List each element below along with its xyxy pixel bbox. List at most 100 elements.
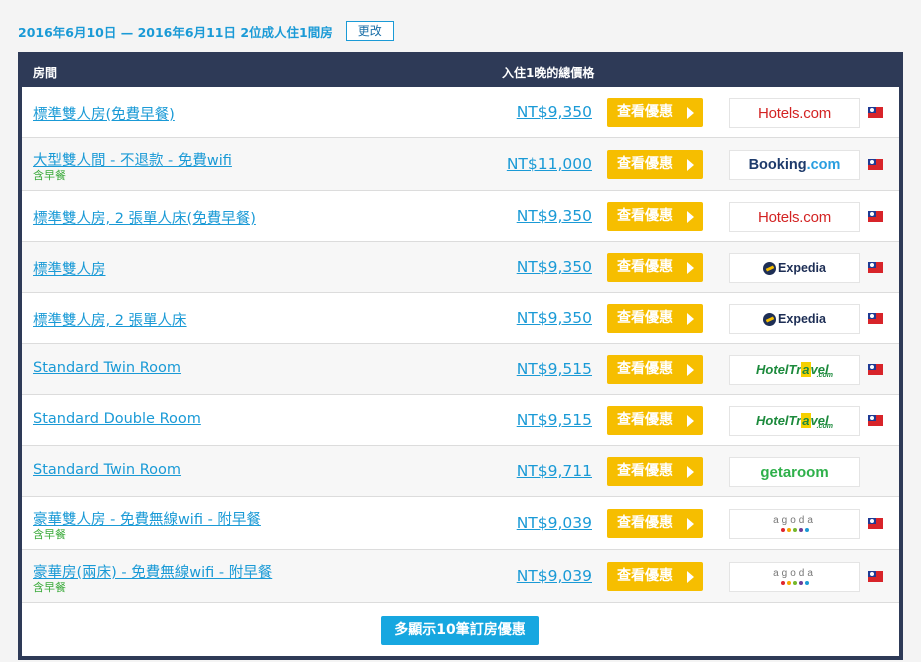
view-deal-label: 查看優惠: [617, 412, 673, 428]
arrow-right-icon: [687, 466, 694, 478]
price-link[interactable]: NT$9,515: [517, 411, 592, 429]
view-deal-button[interactable]: 查看優惠: [607, 562, 703, 591]
view-deal-button[interactable]: 查看優惠: [607, 304, 703, 333]
booking-logo-word: Booking: [748, 157, 807, 173]
hotels-com-logo-icon: Hotels.com: [757, 208, 832, 226]
view-deal-label: 查看優惠: [617, 515, 673, 531]
provider-logo-expedia[interactable]: Expedia: [729, 304, 860, 334]
expedia-logo-icon: Expedia: [763, 312, 826, 326]
booking-logo-suffix: .com: [806, 157, 841, 173]
hoteltravel-logo-part-a: HotelTr: [756, 361, 802, 377]
room-name-link[interactable]: Standard Twin Room: [33, 360, 181, 376]
booking-com-logo-icon: Booking.com: [749, 157, 841, 173]
agoda-logo-icon: agoda: [773, 516, 816, 532]
agoda-logo-word: agoda: [773, 515, 816, 526]
price-link[interactable]: NT$9,350: [517, 309, 592, 327]
provider-logo-hoteltravel[interactable]: HotelTr a vel .com: [729, 406, 860, 436]
table-row: Standard Double Room NT$9,515 查看優惠 HotelTr a…: [22, 395, 899, 446]
taiwan-flag-icon: [868, 518, 883, 529]
room-name-link[interactable]: 標準雙人房, 2 張單人床(免費早餐): [33, 207, 256, 228]
arrow-right-icon: [687, 262, 694, 274]
table-row: 豪華房(兩床) - 免費無線wifi - 附早餐 含早餐 NT$9,039 查看優惠 a…: [22, 550, 899, 603]
view-deal-button[interactable]: 查看優惠: [607, 355, 703, 384]
room-name-link[interactable]: 豪華雙人房 - 免費無線wifi - 附早餐: [33, 508, 261, 529]
view-deal-label: 查看優惠: [617, 463, 673, 479]
room-name-link[interactable]: 標準雙人房(免費早餐): [33, 103, 175, 124]
arrow-right-icon: [687, 107, 694, 119]
hoteltravel-logo-part-y: a: [801, 412, 811, 428]
provider-logo-hotels[interactable]: Hotels.com: [729, 98, 860, 128]
room-name-link[interactable]: Standard Double Room: [33, 411, 201, 427]
view-deal-button[interactable]: 查看優惠: [607, 457, 703, 486]
view-deal-label: 查看優惠: [617, 361, 673, 377]
room-name-link[interactable]: Standard Twin Room: [33, 462, 181, 478]
taiwan-flag-icon: [868, 415, 883, 426]
room-name-link[interactable]: 標準雙人房: [33, 258, 106, 279]
expedia-logo-icon: Expedia: [763, 261, 826, 275]
arrow-right-icon: [687, 159, 694, 171]
taiwan-flag-icon: [868, 211, 883, 222]
hoteltravel-logo-icon: HotelTr a vel .com: [756, 412, 833, 430]
view-deal-button[interactable]: 查看優惠: [607, 98, 703, 127]
price-link[interactable]: NT$11,000: [507, 155, 592, 173]
getaroom-logo-icon: getaroom: [760, 463, 829, 481]
price-link[interactable]: NT$9,711: [517, 462, 592, 480]
table-row: Standard Twin Room NT$9,711 查看優惠 getaroom: [22, 446, 899, 497]
stay-dates: 2016年6月10日 — 2016年6月11日 2位成人住1間房: [18, 24, 333, 40]
price-link[interactable]: NT$9,515: [517, 360, 592, 378]
provider-logo-agoda[interactable]: agoda: [729, 562, 860, 592]
view-deal-button[interactable]: 查看優惠: [607, 202, 703, 231]
provider-logo-expedia[interactable]: Expedia: [729, 253, 860, 283]
provider-logo-agoda[interactable]: agoda: [729, 509, 860, 539]
hoteltravel-logo-part-y: a: [801, 361, 811, 377]
view-deal-button[interactable]: 查看優惠: [607, 406, 703, 435]
expedia-plane-icon: [763, 312, 777, 326]
price-link[interactable]: NT$9,350: [517, 103, 592, 121]
header-price: 入住1晚的總價格: [502, 66, 595, 80]
taiwan-flag-icon: [868, 262, 883, 273]
arrow-right-icon: [687, 518, 694, 530]
agoda-logo-word: agoda: [773, 568, 816, 579]
table-row: 大型雙人間 - 不退款 - 免費wifi 含早餐 NT$11,000 查看優惠 Book…: [22, 138, 899, 191]
taiwan-flag-icon: [868, 313, 883, 324]
table-row: 標準雙人房, 2 張單人床 NT$9,350 查看優惠 Expedia: [22, 293, 899, 344]
room-name-link[interactable]: 豪華房(兩床) - 免費無線wifi - 附早餐: [33, 561, 272, 582]
view-deal-label: 查看優惠: [617, 156, 673, 172]
table-row: 豪華雙人房 - 免費無線wifi - 附早餐 含早餐 NT$9,039 查看優惠 ago…: [22, 497, 899, 550]
arrow-right-icon: [687, 364, 694, 376]
provider-logo-hotels[interactable]: Hotels.com: [729, 202, 860, 232]
agoda-dots-icon: [780, 581, 810, 585]
provider-logo-getaroom[interactable]: getaroom: [729, 457, 860, 487]
search-summary: 2016年6月10日 — 2016年6月11日 2位成人住1間房 更改: [18, 19, 394, 43]
hoteltravel-logo-suffix: .com: [816, 371, 833, 379]
price-link[interactable]: NT$9,039: [517, 567, 592, 585]
view-deal-label: 查看優惠: [617, 259, 673, 275]
header-room: 房間: [33, 66, 58, 80]
view-deal-button[interactable]: 查看優惠: [607, 150, 703, 179]
hotels-com-logo-icon: Hotels.com: [757, 104, 832, 122]
arrow-right-icon: [687, 571, 694, 583]
price-link[interactable]: NT$9,039: [517, 514, 592, 532]
show-more-button[interactable]: 多顯示10筆訂房優惠: [381, 616, 539, 645]
provider-logo-booking[interactable]: Booking.com: [729, 150, 860, 180]
expedia-logo-word: Expedia: [778, 312, 826, 326]
arrow-right-icon: [687, 211, 694, 223]
price-link[interactable]: NT$9,350: [517, 207, 592, 225]
breakfast-included-label: 含早餐: [33, 169, 66, 182]
table-row: 標準雙人房 NT$9,350 查看優惠 Expedia: [22, 242, 899, 293]
room-name-link[interactable]: 標準雙人房, 2 張單人床: [33, 309, 187, 330]
view-deal-button[interactable]: 查看優惠: [607, 509, 703, 538]
view-deal-label: 查看優惠: [617, 104, 673, 120]
agoda-dots-icon: [780, 528, 810, 532]
arrow-right-icon: [687, 415, 694, 427]
breakfast-included-label: 含早餐: [33, 581, 66, 594]
change-button[interactable]: 更改: [345, 21, 394, 41]
provider-logo-hoteltravel[interactable]: HotelTr a vel .com: [729, 355, 860, 385]
taiwan-flag-icon: [868, 571, 883, 582]
view-deal-button[interactable]: 查看優惠: [607, 253, 703, 282]
taiwan-flag-icon: [868, 107, 883, 118]
view-deal-label: 查看優惠: [617, 208, 673, 224]
price-link[interactable]: NT$9,350: [517, 258, 592, 276]
table-row: 標準雙人房, 2 張單人床(免費早餐) NT$9,350 查看優惠 Hotels.co…: [22, 191, 899, 242]
taiwan-flag-icon: [868, 159, 883, 170]
